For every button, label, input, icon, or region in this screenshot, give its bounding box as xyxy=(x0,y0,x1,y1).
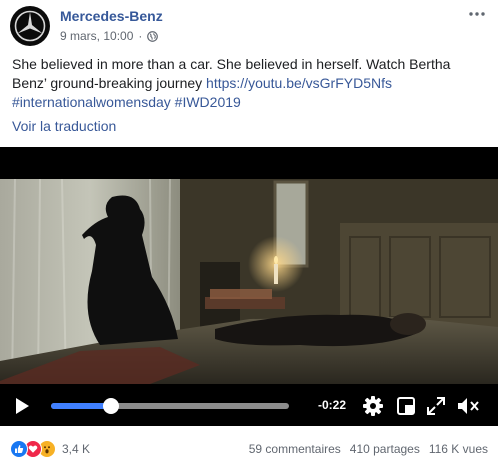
time-remaining: -0:22 xyxy=(318,398,347,412)
video-controls: -0:22 xyxy=(0,388,498,424)
comments-count[interactable]: 59 commentaires xyxy=(249,442,341,456)
mute-button[interactable] xyxy=(456,395,480,417)
avatar[interactable] xyxy=(10,6,50,46)
reaction-count: 3,4 K xyxy=(62,442,91,456)
engagement-stats: 59 commentaires 410 partages 116 K vues xyxy=(249,442,488,456)
timeline-scrubber[interactable] xyxy=(102,398,119,414)
like-icon xyxy=(10,440,28,458)
post-footer: 3,4 K 59 commentaires 410 partages 116 K… xyxy=(0,427,498,469)
more-options-button[interactable] xyxy=(466,6,488,22)
muted-speaker-icon xyxy=(458,398,479,414)
post-header: Mercedes-Benz 9 mars, 10:00 · xyxy=(10,6,488,46)
page-name[interactable]: Mercedes-Benz xyxy=(60,8,163,24)
settings-button[interactable] xyxy=(362,395,384,417)
post-meta: 9 mars, 10:00 · xyxy=(60,29,159,43)
video-frame xyxy=(0,147,498,426)
video-timeline[interactable] xyxy=(51,398,289,414)
globe-icon[interactable] xyxy=(147,30,159,42)
picture-in-picture-icon xyxy=(397,397,415,415)
video-player[interactable] xyxy=(0,147,498,426)
timeline-progress xyxy=(51,403,111,409)
play-icon xyxy=(16,398,29,414)
gear-icon xyxy=(363,396,383,416)
meta-separator: · xyxy=(138,29,143,43)
play-button[interactable] xyxy=(12,396,32,416)
expand-icon xyxy=(427,397,445,415)
post-text: She believed in more than a car. She bel… xyxy=(12,55,482,112)
pip-button[interactable] xyxy=(396,396,416,416)
more-dots-icon xyxy=(469,12,485,16)
post-timestamp[interactable]: 9 mars, 10:00 xyxy=(60,29,133,43)
reactions-summary[interactable]: 3,4 K xyxy=(10,440,90,458)
hashtags[interactable]: #internationalwomensday #IWD2019 xyxy=(12,94,241,110)
see-translation-link[interactable]: Voir la traduction xyxy=(12,118,116,134)
mercedes-logo-icon xyxy=(14,10,46,42)
shares-count[interactable]: 410 partages xyxy=(350,442,420,456)
video-link[interactable]: https://youtu.be/vsGrFYD5Nfs xyxy=(206,75,392,91)
fullscreen-button[interactable] xyxy=(426,396,446,416)
views-count: 116 K vues xyxy=(428,442,488,456)
